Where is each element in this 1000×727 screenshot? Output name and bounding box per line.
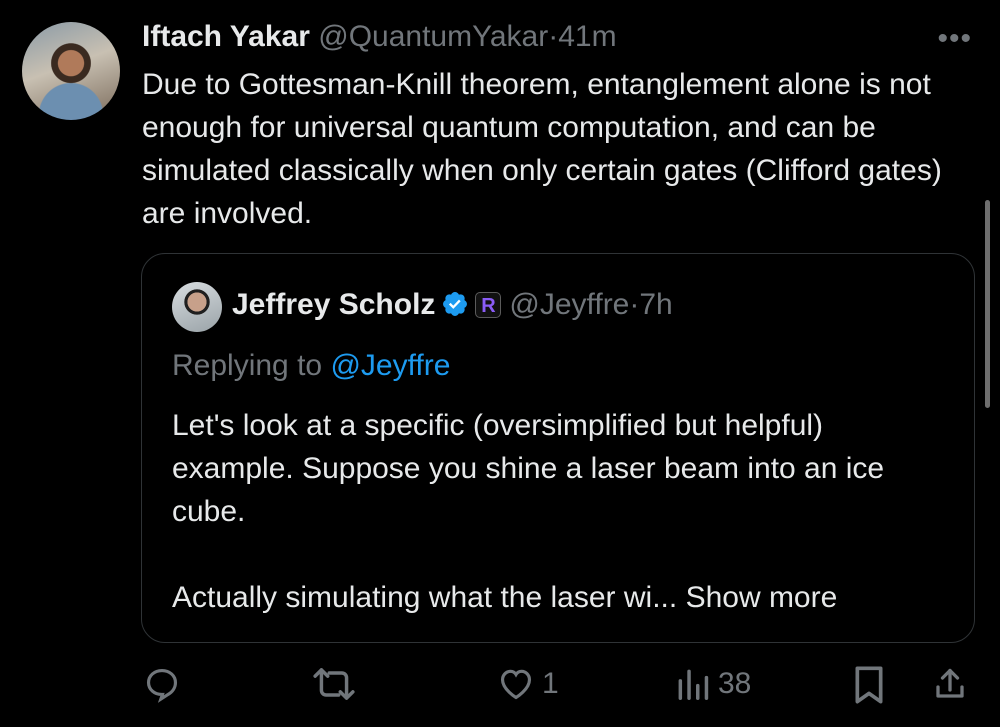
tweet-text: Due to Gottesman-Knill theorem, entangle…: [142, 68, 942, 230]
quoted-tweet-text: Let's look at a specific (oversimplified…: [172, 404, 952, 619]
quoted-author-handle[interactable]: @Jeyffre: [509, 288, 629, 321]
bookmark-button[interactable]: [852, 665, 886, 705]
share-icon: [936, 668, 964, 698]
views-count: 38: [718, 667, 752, 700]
scrollbar[interactable]: [985, 200, 990, 408]
quoted-tweet-header: Jeffrey Scholz R @Jeyffre·7h: [232, 288, 673, 326]
tweet-actions: 1 38: [0, 665, 1000, 710]
retweet-icon: [313, 668, 355, 700]
author-handle[interactable]: @QuantumYakar: [318, 20, 548, 53]
tweet-time[interactable]: 41m: [558, 20, 616, 53]
replying-prefix: Replying to: [172, 349, 323, 382]
affiliation-badge[interactable]: R: [475, 292, 502, 318]
show-more-link[interactable]: Show more: [686, 581, 838, 614]
quoted-text-truncated: Actually simulating what the laser wi...: [172, 581, 678, 614]
tweet-header: Iftach Yakar @QuantumYakar·41m: [142, 20, 617, 54]
quoted-tweet-time[interactable]: 7h: [639, 288, 672, 321]
views-button[interactable]: 38: [674, 665, 751, 703]
reply-button[interactable]: [143, 665, 187, 703]
heart-icon: [500, 669, 532, 700]
quoted-author-name[interactable]: Jeffrey Scholz: [232, 288, 435, 321]
reply-icon: [146, 668, 178, 703]
retweet-button[interactable]: [312, 665, 362, 703]
quoted-author-avatar[interactable]: [172, 282, 222, 332]
share-button[interactable]: [932, 665, 968, 703]
replying-handle[interactable]: @Jeyffre: [330, 349, 450, 382]
author-name[interactable]: Iftach Yakar: [142, 20, 310, 53]
like-button[interactable]: 1: [496, 665, 559, 703]
quoted-tweet[interactable]: Jeffrey Scholz R @Jeyffre·7h Replying to @…: [141, 253, 975, 643]
views-icon: [678, 669, 709, 700]
verified-badge-icon: [441, 290, 469, 326]
separator-dot: ·: [548, 20, 559, 53]
bookmark-icon: [855, 666, 883, 704]
quoted-text-paragraph-1: Let's look at a specific (oversimplified…: [172, 409, 885, 528]
quoted-text-paragraph-2: Actually simulating what the laser wi...…: [172, 576, 952, 619]
replying-to: Replying to @Jeyffre: [172, 349, 450, 383]
more-options-icon[interactable]: •••: [937, 22, 972, 56]
author-avatar[interactable]: [22, 22, 120, 120]
separator-dot: ·: [629, 288, 640, 321]
like-count: 1: [542, 667, 559, 700]
